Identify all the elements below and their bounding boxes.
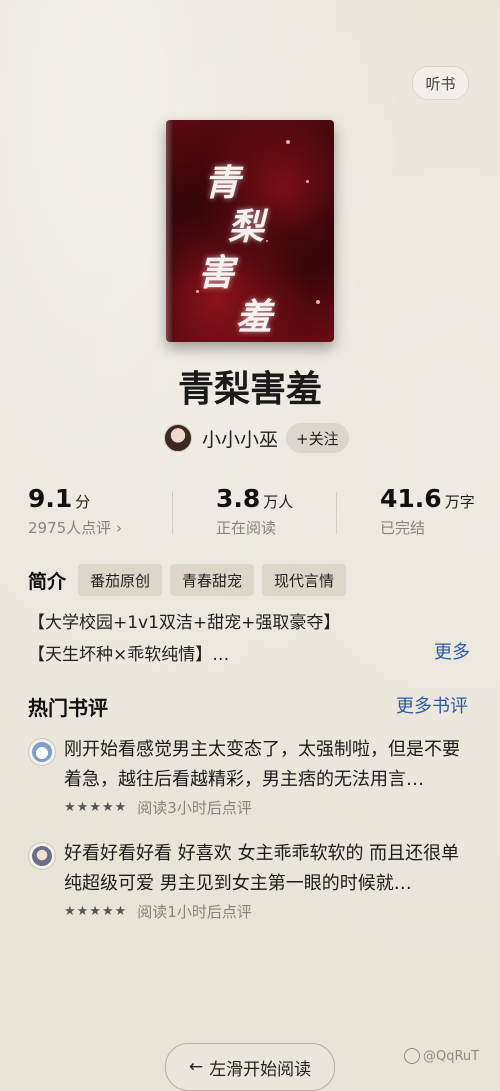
section-title: 热门书评 — [28, 696, 108, 720]
author-row: 小小小巫 +关注 — [164, 423, 349, 453]
tag[interactable]: 现代言情 — [262, 564, 347, 596]
readers-stat: 3.8 万人 正在阅读 — [216, 484, 293, 538]
start-reading-button[interactable]: ← 左滑开始阅读 — [165, 1043, 335, 1091]
rating-stat[interactable]: 9.1 分 2975人点评 › — [28, 484, 122, 538]
arrow-left-icon: ← — [188, 1057, 204, 1077]
intro-line: 【大学校园+1v1双洁+甜宠+强取豪夺】 — [28, 613, 341, 633]
wordcount-unit: 万字 — [444, 493, 475, 511]
status-label: 已完结 — [380, 519, 426, 537]
intro-more-link[interactable]: 更多 — [434, 638, 470, 664]
readers-value: 3.8 — [216, 484, 261, 513]
review-item[interactable]: 好看好看好看 好喜欢 女主乖乖软软的 而且还很单纯超级可爱 男主见到女主第一眼的… — [28, 839, 478, 925]
stat-divider — [172, 492, 173, 534]
review-time: 阅读1小时后点评 — [137, 903, 252, 921]
author-avatar[interactable] — [164, 424, 192, 452]
listen-button[interactable]: 听书 — [412, 66, 469, 100]
intro-row: 简介 番茄原创 青春甜宠 现代言情 — [28, 564, 354, 596]
rating-stars: ★★★★★ — [64, 904, 128, 919]
tag[interactable]: 番茄原创 — [78, 564, 163, 596]
readers-label: 正在阅读 — [216, 519, 277, 537]
follow-button[interactable]: +关注 — [286, 423, 349, 453]
stat-divider — [336, 492, 337, 534]
cover-title-char: 梨 — [228, 206, 265, 248]
cover-title-char: 羞 — [236, 296, 273, 338]
wordcount-value: 41.6 — [380, 484, 442, 513]
book-cover[interactable]: 青 梨 害 羞 — [166, 120, 334, 342]
review-text: 好看好看好看 好喜欢 女主乖乖软软的 而且还很单纯超级可爱 男主见到女主第一眼的… — [64, 843, 460, 894]
rating-stars: ★★★★★ — [64, 800, 128, 815]
review-item[interactable]: 刚开始看感觉男主太变态了，太强制啦，但是不要着急，越往后看越精彩，男主痞的无法用… — [28, 735, 478, 821]
cover-title-char: 害 — [198, 252, 235, 294]
reviewer-avatar[interactable] — [28, 738, 56, 766]
review-meta: ★★★★★ 阅读1小时后点评 — [64, 901, 252, 922]
intro-line: 【天生坏种×乖软纯情】… — [28, 645, 230, 665]
watermark-text: @QqRuT — [423, 1048, 480, 1064]
tag[interactable]: 青春甜宠 — [170, 564, 255, 596]
readers-unit: 万人 — [263, 493, 294, 511]
watermark: @QqRuT — [404, 1048, 479, 1064]
book-title: 青梨害羞 — [177, 369, 322, 410]
review-text: 刚开始看感觉男主太变态了，太强制啦，但是不要着急，越往后看越精彩，男主痞的无法用… — [64, 739, 460, 790]
stats-row: 9.1 分 2975人点评 › 3.8 万人 正在阅读 41.6 万字 已完结 — [0, 484, 500, 544]
review-meta: ★★★★★ 阅读3小时后点评 — [64, 797, 252, 818]
rating-count[interactable]: 2975人点评 › — [28, 517, 122, 538]
review-time: 阅读3小时后点评 — [137, 799, 252, 817]
watermark-icon — [404, 1048, 420, 1064]
wordcount-stat: 41.6 万字 已完结 — [380, 484, 475, 538]
intro-label: 简介 — [28, 570, 67, 593]
author-name[interactable]: 小小小巫 — [202, 425, 278, 452]
rating-value: 9.1 — [28, 484, 73, 513]
reviewer-avatar[interactable] — [28, 842, 56, 870]
more-reviews-link[interactable]: 更多书评 — [396, 692, 468, 718]
rating-unit: 分 — [75, 493, 91, 511]
